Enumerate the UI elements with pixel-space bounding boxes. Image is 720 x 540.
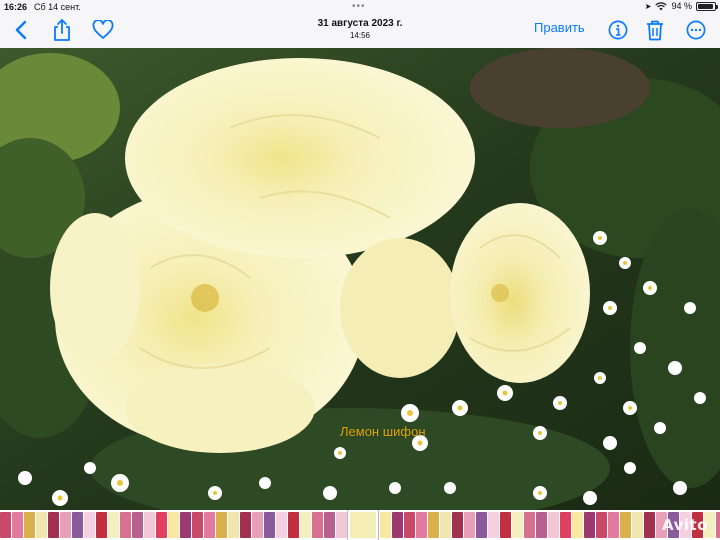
thumbnail[interactable] [560, 512, 571, 538]
watermark: Avito [662, 516, 708, 534]
thumbnail[interactable] [488, 512, 499, 538]
thumbnail[interactable] [416, 512, 427, 538]
current-thumbnail[interactable] [348, 510, 378, 540]
thumbnail[interactable] [36, 512, 47, 538]
thumbnail[interactable] [156, 512, 167, 538]
thumbnail[interactable] [288, 512, 299, 538]
back-icon [15, 20, 27, 40]
thumbnail[interactable] [168, 512, 179, 538]
battery-fill [698, 3, 713, 9]
thumbnail[interactable] [252, 512, 263, 538]
thumbnail[interactable] [452, 512, 463, 538]
photo-toolbar: 31 августа 2023 г. 14:56 Править [0, 14, 720, 48]
thumbnail[interactable] [204, 512, 215, 538]
thumbnail[interactable] [536, 512, 547, 538]
thumbnail[interactable] [132, 512, 143, 538]
thumbnail[interactable] [108, 512, 119, 538]
thumbnail[interactable] [548, 512, 559, 538]
thumbnail[interactable] [336, 512, 347, 538]
thumbnail[interactable] [72, 512, 83, 538]
trash-icon [647, 20, 663, 41]
thumbnail[interactable] [524, 512, 535, 538]
thumbnail[interactable] [216, 512, 227, 538]
peony-photo [0, 48, 720, 510]
thumbnail[interactable] [596, 512, 607, 538]
thumbnail[interactable] [572, 512, 583, 538]
thumbnail[interactable] [48, 512, 59, 538]
status-date: Сб 14 сент. [34, 2, 81, 12]
wifi-icon [655, 1, 668, 10]
photo-time: 14:56 [349, 31, 371, 40]
thumbnail[interactable] [228, 512, 239, 538]
thumbnail[interactable] [608, 512, 619, 538]
share-icon [54, 19, 70, 41]
thumbnail[interactable] [716, 512, 720, 538]
thumbnail[interactable] [428, 512, 439, 538]
status-time: 16:26 [4, 2, 28, 12]
thumbnail[interactable] [440, 512, 451, 538]
battery-icon [696, 1, 718, 11]
share-button[interactable] [50, 17, 74, 43]
status-bar: 16:26 Сб 14 сент. ••• ➤ 94 % [0, 0, 720, 14]
thumbnail[interactable] [24, 512, 35, 538]
back-button[interactable] [10, 17, 32, 43]
more-icon [686, 20, 706, 40]
thumbnail[interactable] [464, 512, 475, 538]
thumbnail[interactable] [392, 512, 403, 538]
thumbnail[interactable] [240, 512, 251, 538]
thumbnail[interactable] [404, 512, 415, 538]
status-indicators: ➤ 94 % [644, 1, 718, 11]
thumbnail[interactable] [512, 512, 523, 538]
battery-percent: 94 % [671, 1, 692, 11]
thumbnail[interactable] [380, 512, 391, 538]
thumbnail[interactable] [120, 512, 131, 538]
thumbnail[interactable] [84, 512, 95, 538]
thumbnail[interactable] [620, 512, 631, 538]
heart-icon [92, 20, 114, 39]
thumbnail[interactable] [12, 512, 23, 538]
delete-button[interactable] [644, 17, 666, 43]
more-button[interactable] [684, 17, 708, 43]
photo-date-header: 31 августа 2023 г. 14:56 [300, 18, 420, 40]
location-icon: ➤ [644, 1, 652, 11]
thumbnail[interactable] [60, 512, 71, 538]
photo-date: 31 августа 2023 г. [317, 18, 403, 29]
multitasking-dots-icon[interactable]: ••• [352, 1, 366, 12]
thumbnail[interactable] [644, 512, 655, 538]
thumbnail[interactable] [632, 512, 643, 538]
info-icon [608, 20, 628, 40]
thumbnail[interactable] [500, 512, 511, 538]
thumbnail[interactable] [300, 512, 311, 538]
info-button[interactable] [606, 17, 630, 43]
thumbnail[interactable] [324, 512, 335, 538]
thumbnail[interactable] [96, 512, 107, 538]
edit-button[interactable]: Править [534, 20, 585, 35]
thumbnail[interactable] [264, 512, 275, 538]
thumbnail[interactable] [584, 512, 595, 538]
thumbnail[interactable] [192, 512, 203, 538]
photo-caption: Лемон шифон [340, 424, 426, 439]
favorite-button[interactable] [90, 17, 116, 43]
thumbnail[interactable] [476, 512, 487, 538]
thumbnail[interactable] [0, 512, 11, 538]
thumbnail[interactable] [312, 512, 323, 538]
thumbnail[interactable] [180, 512, 191, 538]
photo-viewer[interactable]: Лемон шифон [0, 48, 720, 510]
thumbnail[interactable] [144, 512, 155, 538]
thumbnail[interactable] [276, 512, 287, 538]
thumbnail-strip[interactable]: Avito [0, 510, 720, 540]
